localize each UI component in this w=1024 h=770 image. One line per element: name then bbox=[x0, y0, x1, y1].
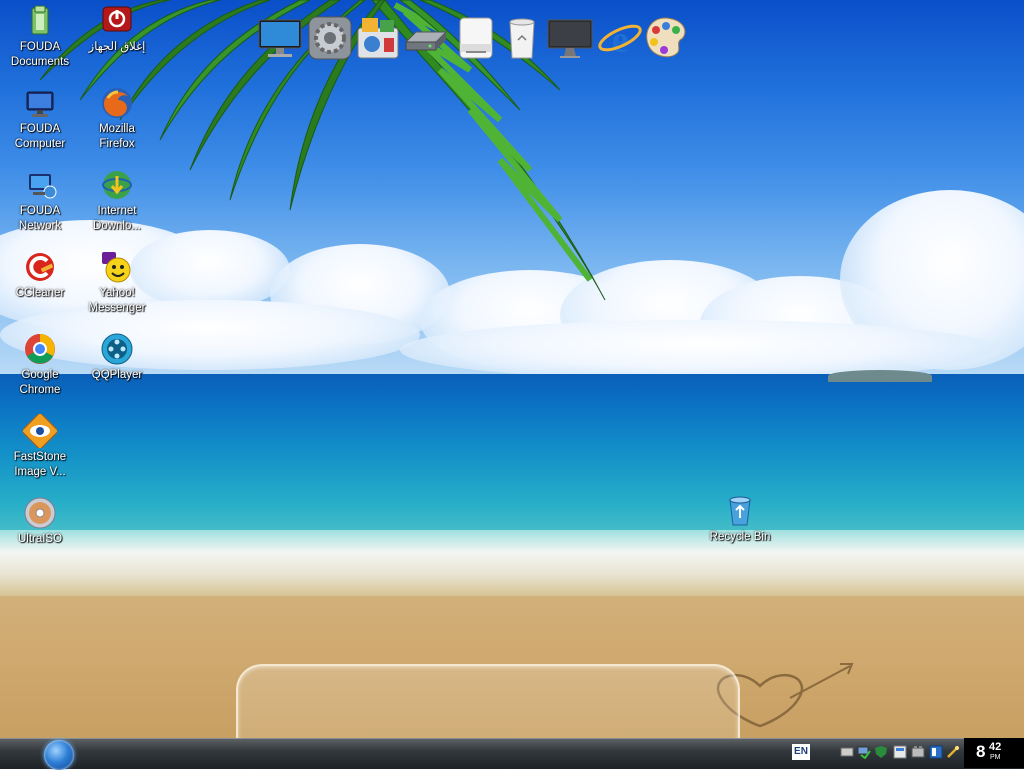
hard-drive-icon[interactable] bbox=[402, 14, 450, 62]
desktop-icon-yahoo[interactable]: Yahoo! Messenger bbox=[77, 250, 157, 316]
desktop-icon-shutdown[interactable]: إغلاق الجهاز bbox=[77, 4, 157, 55]
desktop-icon-fouda-computer[interactable]: FOUDA Computer bbox=[0, 86, 80, 152]
clock-minute: 42 bbox=[989, 741, 1002, 753]
desktop-icon-faststone[interactable]: FastStone Image V... bbox=[0, 414, 80, 480]
desktop-icon-label: Internet Downlo... bbox=[93, 205, 141, 232]
internet-explorer-icon[interactable]: e bbox=[596, 14, 644, 62]
desktop-icon-label: QQPlayer bbox=[91, 369, 143, 381]
desktop-icon-label: CCleaner bbox=[15, 287, 65, 299]
desktop-icon-fouda-documents[interactable]: FOUDA Documents bbox=[0, 4, 80, 70]
computer-icon bbox=[26, 91, 54, 117]
chat-icon[interactable] bbox=[929, 745, 943, 759]
desktop-icon-label: Recycle Bin bbox=[709, 531, 771, 543]
documents-folder-icon bbox=[31, 5, 49, 35]
desktop-icon-label: FastStone Image V... bbox=[13, 451, 67, 478]
desktop-icon-label: FOUDA Documents bbox=[10, 41, 70, 68]
desktop-icon-idm[interactable]: Internet Downlo... bbox=[77, 168, 157, 234]
desktop-icon-label: Mozilla Firefox bbox=[99, 123, 135, 150]
ccleaner-icon bbox=[26, 253, 54, 281]
desktop-icon-label: Yahoo! Messenger bbox=[88, 287, 146, 314]
gear-icon[interactable] bbox=[306, 14, 354, 62]
desktop-icon-ccleaner[interactable]: CCleaner bbox=[0, 250, 80, 301]
yahoo-messenger-icon bbox=[102, 252, 131, 283]
clock-ampm: PM bbox=[990, 754, 1001, 761]
desktop-icon-label: UltraISO bbox=[17, 533, 63, 545]
firefox-icon bbox=[102, 88, 132, 118]
desktop-icon-ultraiso[interactable]: UltraISO bbox=[0, 496, 80, 547]
paint-palette-icon[interactable] bbox=[642, 14, 690, 62]
flag-icon[interactable] bbox=[893, 745, 907, 759]
keyboard-icon[interactable] bbox=[840, 745, 854, 759]
island bbox=[828, 370, 932, 382]
power-icon[interactable] bbox=[946, 745, 960, 759]
chrome-icon bbox=[25, 334, 55, 364]
desktop-icon-label: Google Chrome bbox=[19, 369, 61, 396]
sea bbox=[0, 374, 1024, 554]
trash-icon[interactable] bbox=[498, 14, 546, 62]
desktop-icon-label: FOUDA Computer bbox=[14, 123, 66, 150]
desktop-icon-firefox[interactable]: Mozilla Firefox bbox=[77, 86, 157, 152]
monitor-icon[interactable] bbox=[256, 14, 304, 62]
network-status-icon[interactable] bbox=[857, 745, 871, 759]
desktop-icon-google-chrome[interactable]: Google Chrome bbox=[0, 332, 80, 398]
faststone-icon bbox=[23, 414, 57, 448]
qqplayer-icon bbox=[101, 333, 133, 365]
disc-icon bbox=[24, 497, 56, 529]
windows-start-icon[interactable] bbox=[44, 740, 74, 770]
download-manager-icon bbox=[102, 171, 132, 199]
desktop-icon-recycle-bin[interactable]: Recycle Bin bbox=[700, 494, 780, 545]
svg-text:e: e bbox=[612, 19, 629, 61]
photo-gallery-icon[interactable] bbox=[354, 14, 402, 62]
recycle-bin-icon bbox=[729, 496, 751, 526]
display-icon[interactable] bbox=[546, 14, 594, 62]
language-indicator[interactable]: EN bbox=[792, 744, 810, 760]
power-icon bbox=[102, 6, 132, 32]
dock-bar bbox=[236, 664, 740, 742]
desktop-icon-fouda-network[interactable]: FOUDA Network bbox=[0, 168, 80, 234]
volume-icon[interactable] bbox=[911, 745, 925, 759]
security-icon[interactable] bbox=[874, 745, 888, 759]
clock-hour: 8 bbox=[976, 742, 986, 761]
desktop-icon-label: إغلاق الجهاز bbox=[88, 41, 146, 53]
desktop-icon-qqplayer[interactable]: QQPlayer bbox=[77, 332, 157, 383]
printer-icon[interactable] bbox=[452, 14, 500, 62]
desktop-icon-label: FOUDA Network bbox=[18, 205, 62, 232]
network-icon bbox=[29, 174, 57, 199]
